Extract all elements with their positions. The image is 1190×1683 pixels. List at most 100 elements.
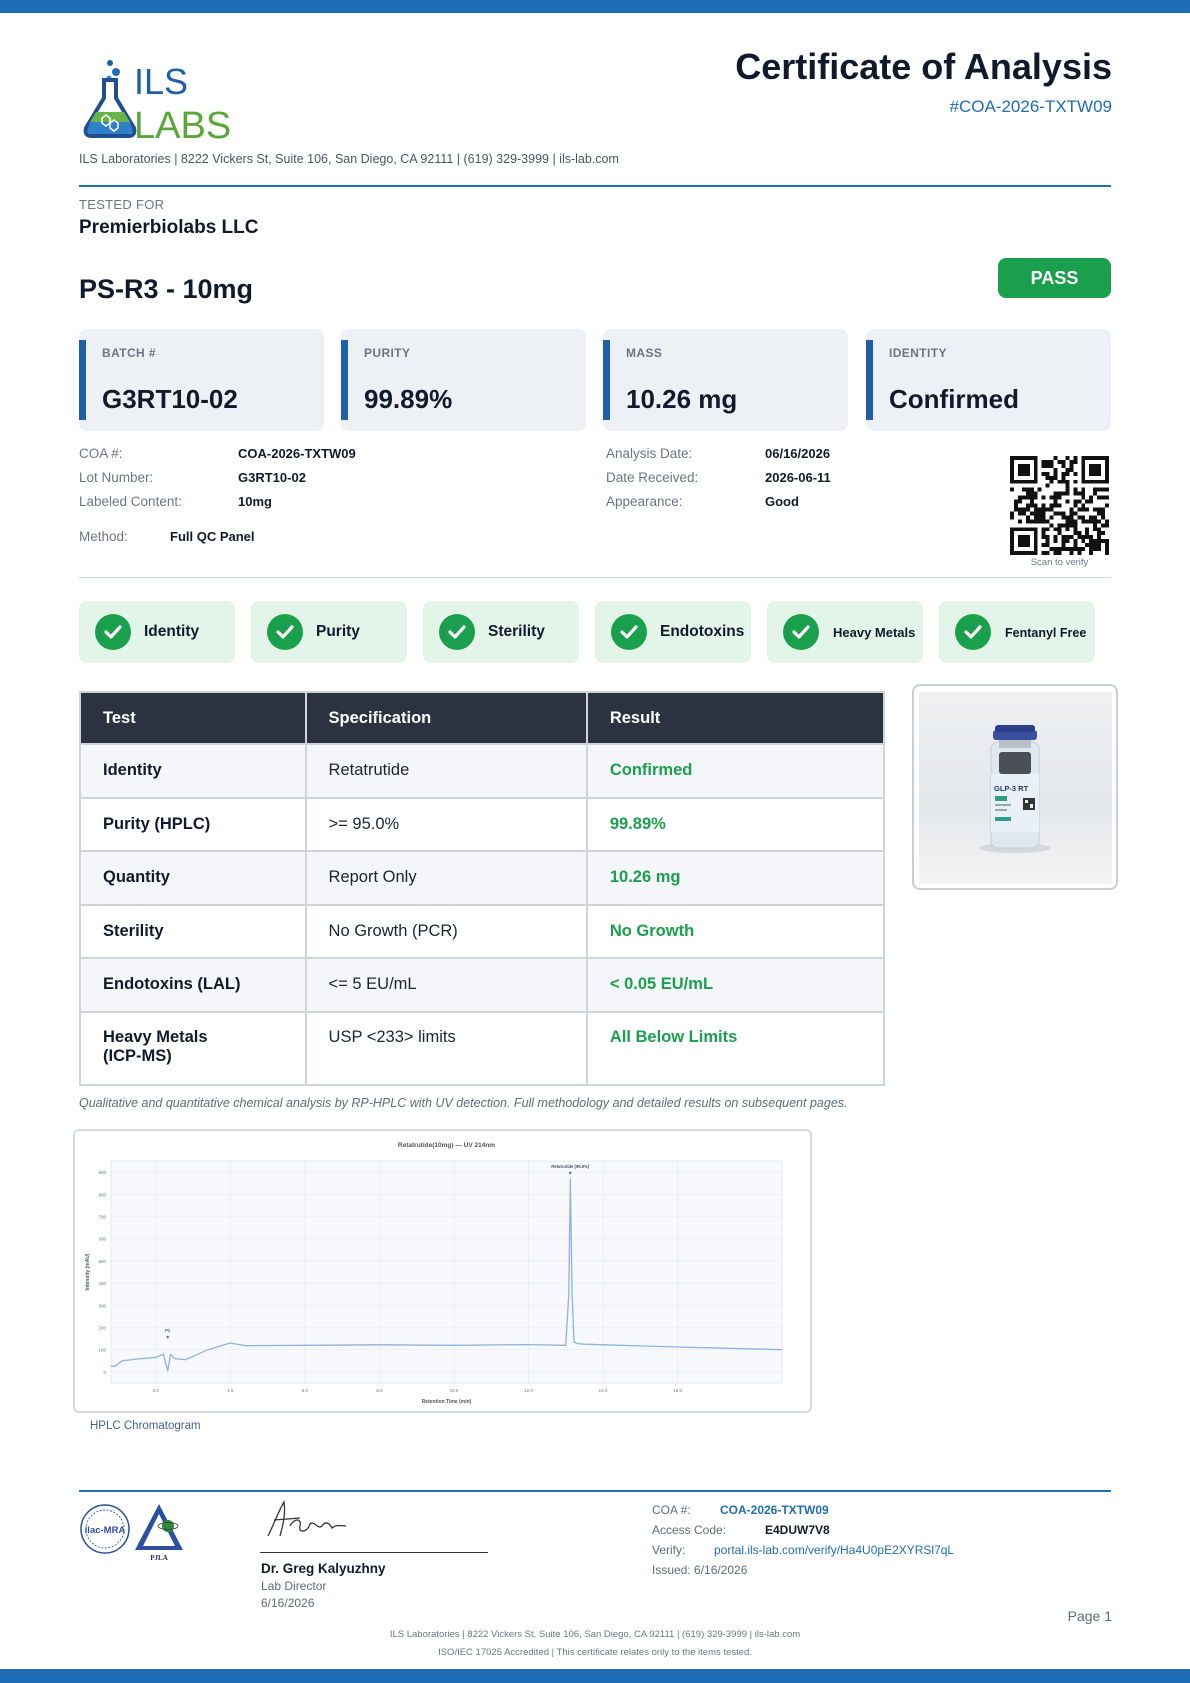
info-appearance-value: Good	[765, 494, 799, 509]
purity-card: PURITY 99.89%	[341, 329, 586, 431]
info-lot-value: G3RT10-02	[238, 470, 306, 485]
spec-cell: Report Only	[304, 850, 588, 906]
x-axis-label: Retention Time (min)	[422, 1399, 472, 1405]
info-appearance-label: Appearance:	[606, 494, 683, 509]
column-header-specification: Specification	[304, 691, 588, 745]
peak-label: P1	[165, 1328, 171, 1333]
pjla-seal: PJLA	[135, 1504, 183, 1562]
table-row: Sterility No Growth (PCR) No Growth	[79, 903, 886, 959]
signer-date: 6/16/2026	[261, 1596, 315, 1610]
result-cell: All Below Limits	[585, 1010, 886, 1086]
test-cell: Quantity	[79, 850, 307, 906]
signer-role: Lab Director	[261, 1579, 327, 1593]
x-tick-label: 8.0	[376, 1388, 383, 1393]
y-tick-label: 600	[98, 1237, 106, 1242]
test-cell: Endotoxins (LAL)	[79, 957, 307, 1013]
accreditation-seals: ilac-MRA PJLA	[80, 1504, 183, 1562]
batch-card: BATCH # G3RT10-02	[79, 329, 324, 431]
pass-badge: PASS	[998, 258, 1111, 298]
footer-accreditation-line: ISO/IEC 17025 Accredited | This certific…	[438, 1647, 752, 1658]
product-photo: GLP-3 RT	[912, 684, 1118, 890]
check-heavy-metals: Heavy Metals	[767, 601, 923, 663]
card-label: BATCH #	[102, 346, 156, 360]
info-divider	[79, 577, 1111, 578]
client-name: Premierbiolabs LLC	[79, 217, 259, 238]
pjla-seal-text: PJLA	[150, 1554, 168, 1562]
method-note: Qualitative and quantitative chemical an…	[79, 1096, 848, 1110]
column-header-test: Test	[79, 691, 307, 745]
check-circle-icon	[439, 614, 475, 650]
check-label: Purity	[316, 623, 360, 640]
info-coa-label: COA #:	[79, 446, 123, 461]
mass-card: MASS 10.26 mg	[603, 329, 848, 431]
verification-qr-code[interactable]	[1010, 456, 1109, 555]
check-label: Endotoxins	[660, 623, 745, 640]
coa-id: #COA-2026-TXTW09	[949, 97, 1113, 116]
card-value: 99.89%	[364, 384, 453, 414]
qr-caption: Scan to verify	[1030, 557, 1089, 568]
table-row: Identity Retatrutide Confirmed	[79, 743, 886, 799]
card-label: MASS	[626, 346, 663, 360]
check-endotoxins: Endotoxins	[595, 601, 751, 663]
spec-cell: No Growth (PCR)	[304, 903, 588, 959]
check-identity: Identity	[79, 601, 235, 663]
vial-label: GLP-3 RT	[994, 784, 1029, 793]
card-value: G3RT10-02	[102, 384, 238, 414]
table-header-row: Test Specification Result	[79, 691, 886, 745]
peak-marker	[568, 1171, 572, 1175]
page-number: Page 1	[1067, 1608, 1112, 1624]
result-cell: 10.26 mg	[585, 850, 886, 906]
info-analysis-value: 06/16/2026	[765, 446, 831, 461]
chart-title: Retatrutide(10mg) — UV 214nm	[398, 1142, 495, 1149]
info-method-value: Full QC Panel	[170, 529, 255, 544]
check-label: Fentanyl Free	[1005, 626, 1087, 640]
card-accent	[341, 340, 348, 420]
card-accent	[866, 340, 873, 420]
table-row: Purity (HPLC) >= 95.0% 99.89%	[79, 796, 886, 852]
document-title: Certificate of Analysis	[735, 46, 1112, 87]
card-value: 10.26 mg	[626, 384, 738, 414]
check-label: Heavy Metals	[833, 625, 916, 640]
x-tick-label: 10.0	[450, 1388, 459, 1393]
info-received-value: 2026-06-11	[765, 470, 831, 485]
signer-name: Dr. Greg Kalyuzhny	[261, 1561, 386, 1576]
director-signature	[267, 1500, 347, 1537]
card-label: PURITY	[364, 346, 411, 360]
vial-image: GLP-3 RT	[919, 692, 1112, 884]
identity-card: IDENTITY Confirmed	[866, 329, 1111, 431]
y-tick-label: 300	[98, 1303, 106, 1308]
test-cell: Heavy Metals (ICP-MS)	[79, 1010, 307, 1086]
footer-coa-label: COA #:	[652, 1503, 691, 1517]
card-value: Confirmed	[889, 384, 1019, 414]
spec-cell: <= 5 EU/mL	[304, 957, 588, 1013]
test-cell: Identity	[79, 743, 307, 799]
info-lot-label: Lot Number:	[79, 470, 154, 485]
check-fentanyl-free: Fentanyl Free	[939, 601, 1095, 663]
logo-text-top: ILS	[134, 61, 188, 102]
ilac-mra-seal: ilac-MRA	[80, 1504, 130, 1554]
y-tick-label: 400	[98, 1281, 106, 1286]
column-header-result: Result	[585, 691, 886, 745]
check-circle-icon	[267, 614, 303, 650]
verify-link[interactable]: portal.ils-lab.com/verify/Ha4U0pE2XYRSl7…	[714, 1543, 954, 1557]
logo-text-bottom: LABS	[134, 105, 231, 140]
check-circle-icon	[95, 614, 131, 650]
issued-date: Issued: 6/16/2026	[652, 1563, 748, 1577]
ils-labs-logo: ILS LABS	[83, 60, 231, 140]
footer-access-code: E4DUW7V8	[765, 1523, 830, 1537]
footer-coa-value: COA-2026-TXTW09	[720, 1503, 829, 1517]
y-tick-label: 700	[98, 1215, 106, 1220]
y-tick-label: 100	[98, 1348, 106, 1353]
result-cell: 99.89%	[585, 796, 886, 852]
footer-address-line: ILS Laboratories | 8222 Vickers St, Suit…	[389, 1629, 801, 1640]
x-tick-label: 2.0	[153, 1388, 160, 1393]
results-table: Test Specification Result Identity Retat…	[79, 691, 886, 1086]
header-divider	[79, 185, 1111, 187]
result-cell: < 0.05 EU/mL	[585, 957, 886, 1013]
x-tick-label: 12.0	[524, 1388, 533, 1393]
card-accent	[79, 340, 86, 420]
footer-verify-label: Verify:	[652, 1543, 686, 1557]
test-cell: Sterility	[79, 903, 307, 959]
y-tick-label: 200	[98, 1326, 106, 1331]
info-received-label: Date Received:	[606, 470, 699, 485]
